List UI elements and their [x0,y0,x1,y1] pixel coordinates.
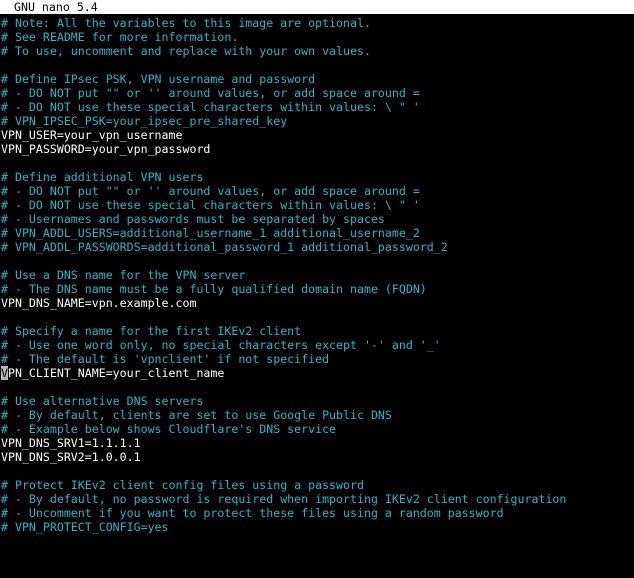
editor-line[interactable]: # - DO NOT use these special characters … [1,198,634,212]
editor-line[interactable]: VPN_DNS_SRV1=1.1.1.1 [1,436,634,450]
editor-line[interactable]: # VPN_PROTECT_CONFIG=yes [1,520,634,534]
app-title: GNU nano 5.4 [14,0,98,14]
editor-line-text: PN_CLIENT_NAME=your_client_name [7,366,225,380]
editor-line[interactable] [1,380,634,394]
editor-line[interactable]: # Define additional VPN users [1,170,634,184]
editor-line[interactable]: VPN_CLIENT_NAME=your_client_name [1,366,634,380]
editor-line[interactable]: # - DO NOT put "" or '' around values, o… [1,184,634,198]
editor-line[interactable]: # - The DNS name must be a fully qualifi… [1,282,634,296]
text-cursor: V [1,366,8,380]
editor-line[interactable]: # Use alternative DNS servers [1,394,634,408]
editor-line[interactable]: VPN_DNS_SRV2=1.0.0.1 [1,450,634,464]
editor-line[interactable]: # - DO NOT put "" or '' around values, o… [1,86,634,100]
editor-line[interactable]: # - DO NOT use these special characters … [1,100,634,114]
editor-line[interactable]: VPN_USER=your_vpn_username [1,128,634,142]
editor-line[interactable] [1,464,634,478]
editor-line[interactable]: VPN_PASSWORD=your_vpn_password [1,142,634,156]
editor-line[interactable]: # Use a DNS name for the VPN server [1,268,634,282]
editor-line[interactable]: # VPN_IPSEC_PSK=your_ipsec_pre_shared_ke… [1,114,634,128]
editor-line[interactable] [1,310,634,324]
editor-line[interactable]: # Note: All the variables to this image … [1,16,634,30]
editor-line[interactable]: # To use, uncomment and replace with you… [1,44,634,58]
editor-line[interactable]: # - Usernames and passwords must be sepa… [1,212,634,226]
editor-line[interactable]: # - Use one word only, no special charac… [1,338,634,352]
editor-line[interactable]: # VPN_ADDL_PASSWORDS=additional_password… [1,240,634,254]
editor-line[interactable]: # - By default, clients are set to use G… [1,408,634,422]
editor-line[interactable]: # VPN_ADDL_USERS=additional_username_1 a… [1,226,634,240]
editor-line[interactable]: VPN_DNS_NAME=vpn.example.com [1,296,634,310]
editor-line[interactable] [1,254,634,268]
editor-line[interactable]: # Specify a name for the first IKEv2 cli… [1,324,634,338]
editor-line[interactable] [1,156,634,170]
editor-line[interactable]: # Protect IKEv2 client config files usin… [1,478,634,492]
nano-title-bar: GNU nano 5.4 [0,0,634,14]
editor-line[interactable]: # See README for more information. [1,30,634,44]
editor-line[interactable]: # - The default is 'vpnclient' if not sp… [1,352,634,366]
editor-line[interactable] [1,58,634,72]
editor-line[interactable]: # - Uncomment if you want to protect the… [1,506,634,520]
editor-line[interactable]: # - Example below shows Cloudflare's DNS… [1,422,634,436]
editor-line[interactable]: # - By default, no password is required … [1,492,634,506]
editor-line[interactable]: # Define IPsec PSK, VPN username and pas… [1,72,634,86]
text-editor-area[interactable]: # Note: All the variables to this image … [1,16,634,534]
